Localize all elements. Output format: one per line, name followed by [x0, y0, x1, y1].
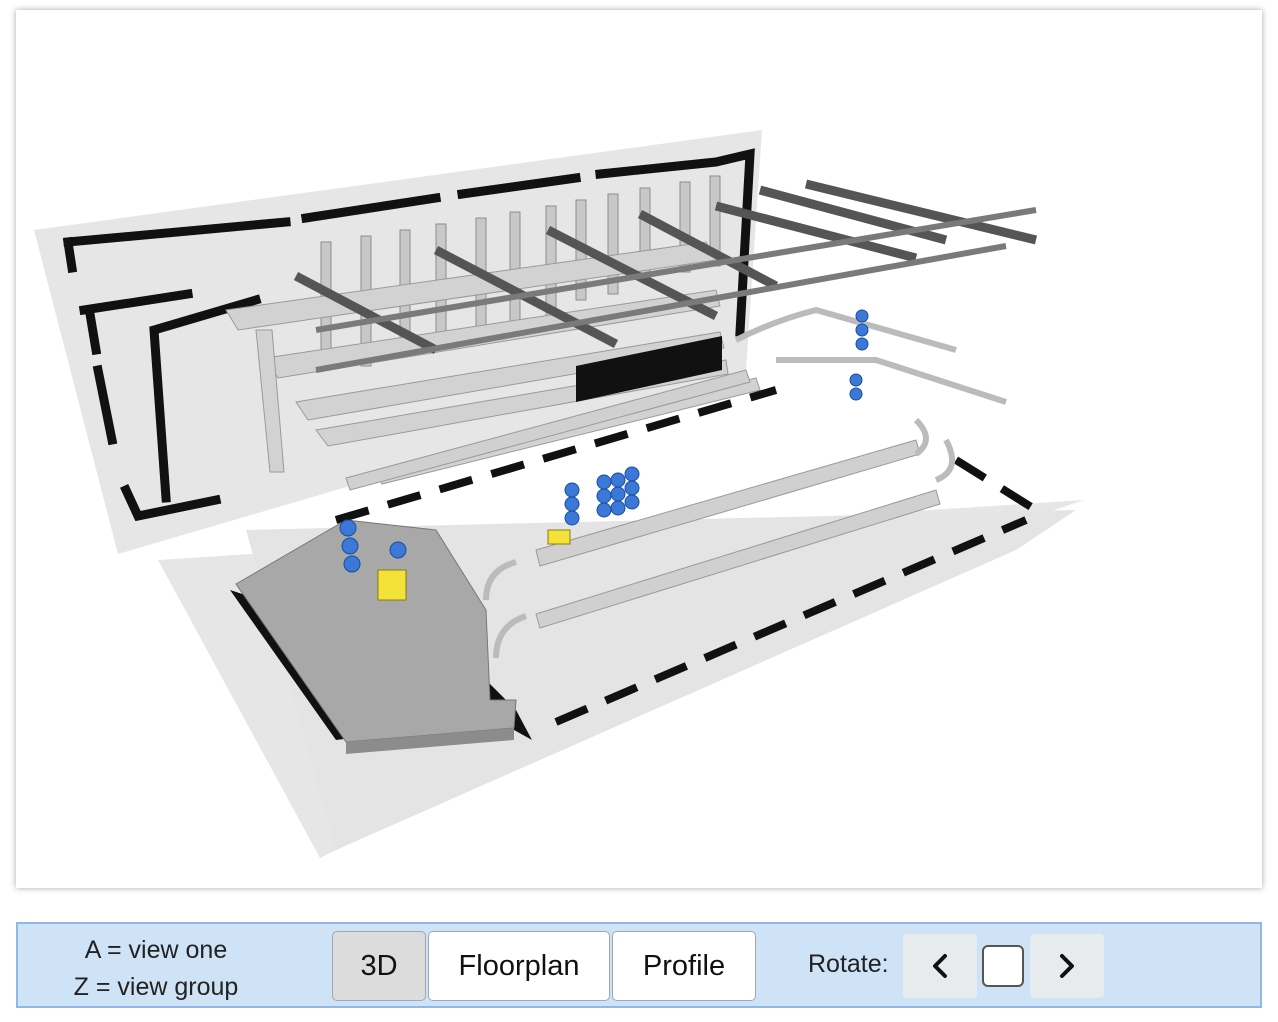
chevron-right-icon — [1060, 954, 1074, 978]
chevron-left-icon — [933, 954, 947, 978]
hint-line-group: Z = view group — [73, 973, 239, 1001]
rotate-toggle-checkbox[interactable] — [982, 945, 1024, 987]
3d-viewport[interactable] — [16, 10, 1262, 888]
control-bar: A = view one Z = view group 3D Floorplan… — [16, 922, 1262, 1008]
view-3d-button[interactable]: 3D — [332, 931, 426, 1001]
rotate-left-button[interactable] — [903, 934, 977, 998]
rotate-right-button[interactable] — [1030, 934, 1104, 998]
view-profile-button[interactable]: Profile — [612, 931, 756, 1001]
station-3d-model — [34, 130, 1084, 858]
view-floorplan-button[interactable]: Floorplan — [428, 931, 610, 1001]
keyboard-hint: A = view one Z = view group — [40, 932, 272, 1006]
hint-line-one: A = view one — [84, 936, 228, 964]
rotate-label: Rotate: — [808, 950, 889, 978]
